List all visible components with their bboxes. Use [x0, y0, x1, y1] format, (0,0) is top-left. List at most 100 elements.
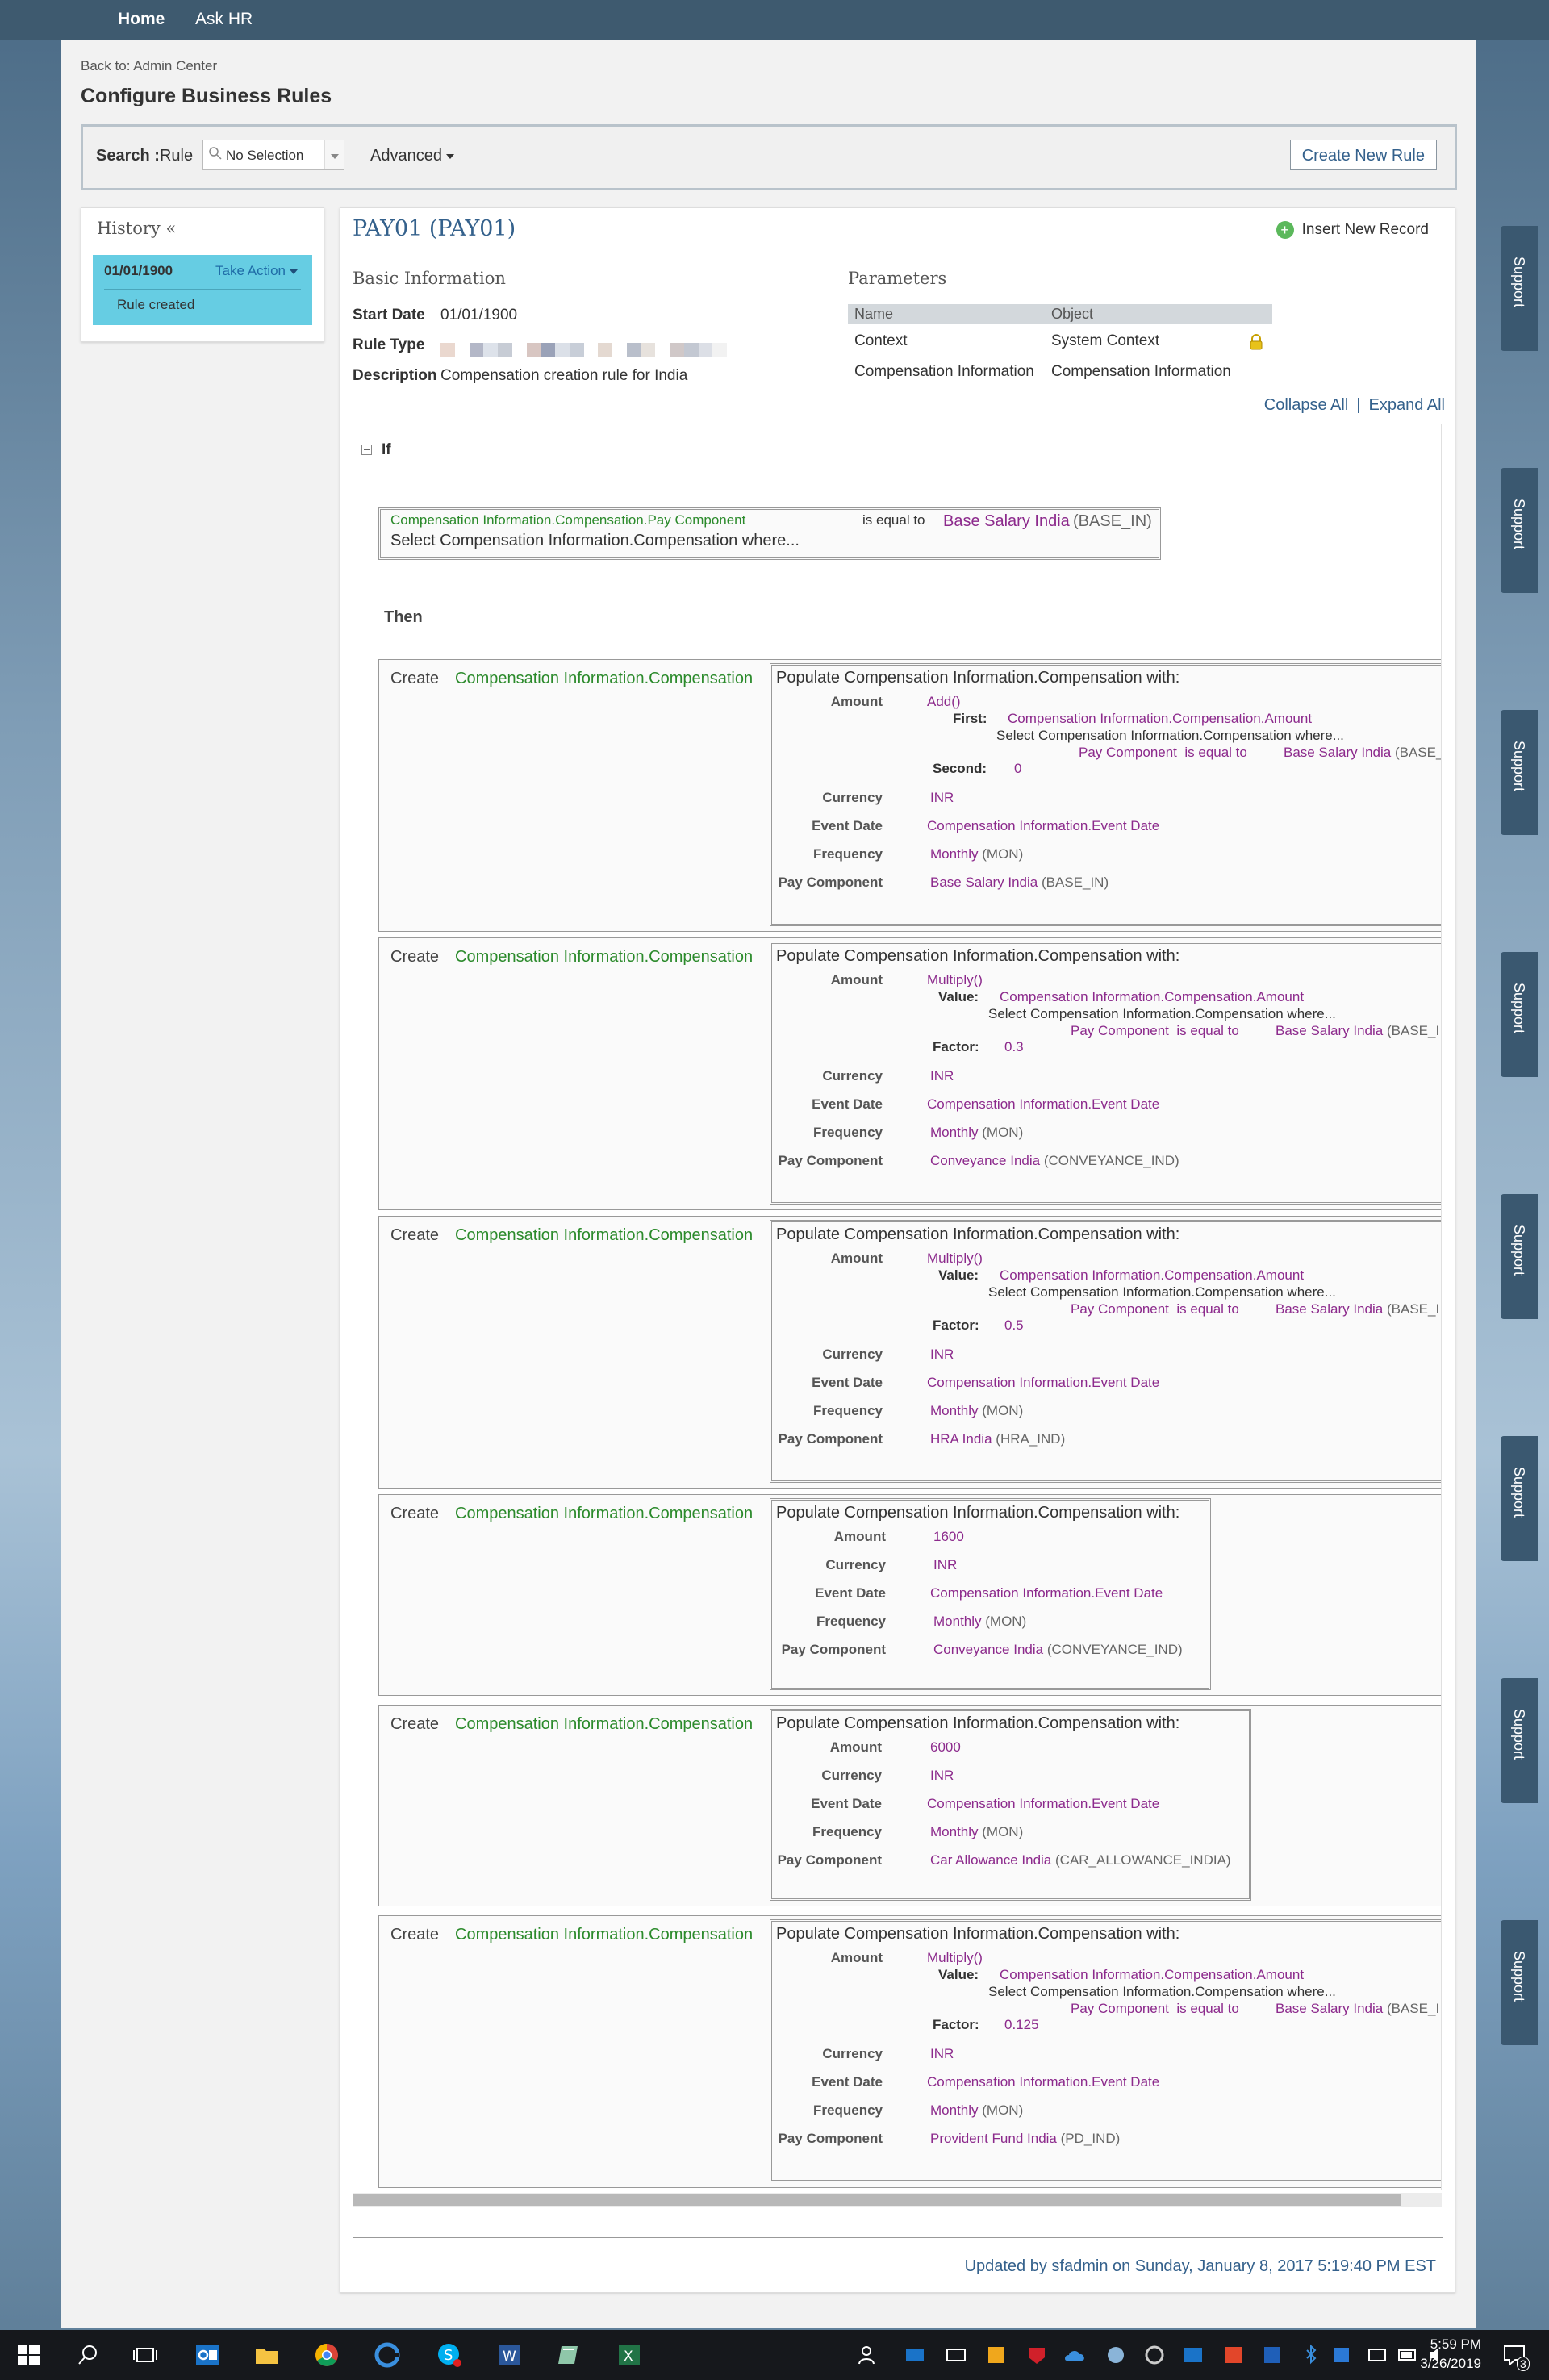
- advanced-search-toggle[interactable]: Advanced: [370, 147, 454, 165]
- tray-app-icon[interactable]: [942, 2341, 970, 2369]
- history-item[interactable]: 01/01/1900 Take Action Rule created: [93, 255, 312, 325]
- tray-app-icon[interactable]: [1141, 2341, 1168, 2369]
- function-name[interactable]: Multiply(): [927, 1251, 983, 1267]
- tray-app-icon[interactable]: [1259, 2341, 1286, 2369]
- collapse-all-link[interactable]: Collapse All: [1264, 396, 1349, 414]
- tray-app-icon[interactable]: [1394, 2341, 1422, 2369]
- create-object[interactable]: Compensation Information.Compensation: [455, 1505, 753, 1522]
- function-name[interactable]: Multiply(): [927, 972, 983, 988]
- condition-box[interactable]: Compensation Information.Compensation.Pa…: [378, 507, 1161, 560]
- task-view-icon[interactable]: [132, 2341, 159, 2369]
- pay-component-value[interactable]: Base Salary India (BASE_IN): [930, 875, 1109, 891]
- outlook-icon[interactable]: [194, 2341, 221, 2369]
- skype-icon[interactable]: S: [436, 2341, 463, 2369]
- support-tab[interactable]: Support: [1501, 1194, 1538, 1319]
- currency-value[interactable]: INR: [933, 1557, 957, 1573]
- create-object[interactable]: Compensation Information.Compensation: [455, 948, 753, 966]
- chevron-down-icon[interactable]: [324, 140, 344, 169]
- if-section-header[interactable]: If: [361, 441, 391, 459]
- currency-value[interactable]: INR: [930, 1768, 954, 1784]
- event-date-value[interactable]: Compensation Information.Event Date: [927, 1796, 1159, 1812]
- create-object[interactable]: Compensation Information.Compensation: [455, 670, 753, 687]
- edge-icon[interactable]: [374, 2341, 401, 2369]
- onedrive-icon[interactable]: [1062, 2341, 1089, 2369]
- take-action-menu[interactable]: Take Action: [215, 263, 298, 279]
- back-link[interactable]: Back to: Admin Center: [81, 58, 217, 74]
- pay-component-value[interactable]: Conveyance India (CONVEYANCE_IND): [930, 1153, 1179, 1169]
- arg2-value[interactable]: 0.3: [1004, 1039, 1024, 1055]
- event-date-value[interactable]: Compensation Information.Event Date: [927, 2074, 1159, 2090]
- function-name[interactable]: Multiply(): [927, 1950, 983, 1966]
- bluetooth-icon[interactable]: [1297, 2341, 1325, 2369]
- chrome-icon[interactable]: [313, 2341, 340, 2369]
- currency-value[interactable]: INR: [930, 2046, 954, 2062]
- condition-field[interactable]: Compensation Information.Compensation.Pa…: [390, 512, 745, 528]
- tray-app-icon[interactable]: [1023, 2341, 1050, 2369]
- create-object[interactable]: Compensation Information.Compensation: [455, 1926, 753, 1944]
- arg1-value[interactable]: Compensation Information.Compensation.Am…: [1008, 711, 1312, 727]
- create-object[interactable]: Compensation Information.Compensation: [455, 1715, 753, 1733]
- frequency-value[interactable]: Monthly (MON): [930, 846, 1023, 862]
- event-date-value[interactable]: Compensation Information.Event Date: [927, 1375, 1159, 1391]
- system-clock[interactable]: 5:59 PM 3/26/2019: [1420, 2335, 1481, 2374]
- excel-icon[interactable]: X: [616, 2341, 643, 2369]
- arg2-value[interactable]: 0.5: [1004, 1317, 1024, 1334]
- pay-component-value[interactable]: HRA India (HRA_IND): [930, 1431, 1065, 1447]
- scrollbar-thumb[interactable]: [353, 2194, 1401, 2206]
- currency-value[interactable]: INR: [930, 790, 954, 806]
- insert-new-record-button[interactable]: + Insert New Record: [1276, 221, 1429, 239]
- amount-value[interactable]: 1600: [933, 1529, 964, 1545]
- arg1-value[interactable]: Compensation Information.Compensation.Am…: [1000, 1967, 1304, 1983]
- support-tab[interactable]: Support: [1501, 1678, 1538, 1803]
- horizontal-scrollbar[interactable]: [353, 2193, 1442, 2207]
- word-icon[interactable]: W: [495, 2341, 523, 2369]
- condition-value[interactable]: Base Salary India: [943, 512, 1070, 531]
- expand-all-link[interactable]: Expand All: [1368, 396, 1445, 414]
- support-tab[interactable]: Support: [1501, 952, 1538, 1077]
- people-icon[interactable]: [855, 2341, 883, 2369]
- arg1-value[interactable]: Compensation Information.Compensation.Am…: [1000, 989, 1304, 1005]
- function-name[interactable]: Add(): [927, 694, 961, 710]
- history-title[interactable]: History «: [97, 219, 176, 238]
- create-object[interactable]: Compensation Information.Compensation: [455, 1226, 753, 1244]
- tray-app-icon[interactable]: [901, 2341, 929, 2369]
- frequency-value[interactable]: Monthly (MON): [933, 1614, 1026, 1630]
- support-tab[interactable]: Support: [1501, 1436, 1538, 1561]
- frequency-value[interactable]: Monthly (MON): [930, 2102, 1023, 2119]
- pay-component-value[interactable]: Conveyance India (CONVEYANCE_IND): [933, 1642, 1183, 1658]
- event-date-value[interactable]: Compensation Information.Event Date: [930, 1585, 1163, 1601]
- tray-app-icon[interactable]: [1363, 2341, 1391, 2369]
- rule-select[interactable]: No Selection: [202, 140, 344, 170]
- arg2-value[interactable]: 0.125: [1004, 2017, 1039, 2033]
- support-tab[interactable]: Support: [1501, 226, 1538, 351]
- collapse-icon[interactable]: [361, 445, 372, 456]
- arg1-value[interactable]: Compensation Information.Compensation.Am…: [1000, 1267, 1304, 1284]
- event-date-value[interactable]: Compensation Information.Event Date: [927, 1096, 1159, 1113]
- support-tab[interactable]: Support: [1501, 710, 1538, 835]
- currency-value[interactable]: INR: [930, 1068, 954, 1084]
- frequency-value[interactable]: Monthly (MON): [930, 1824, 1023, 1840]
- search-icon[interactable]: [74, 2341, 102, 2369]
- frequency-value[interactable]: Monthly (MON): [930, 1403, 1023, 1419]
- pay-component-value[interactable]: Car Allowance India (CAR_ALLOWANCE_INDIA…: [930, 1852, 1231, 1869]
- create-new-rule-button[interactable]: Create New Rule: [1289, 140, 1437, 170]
- support-tab[interactable]: Support: [1501, 1920, 1538, 2045]
- arg2-value[interactable]: 0: [1014, 761, 1021, 777]
- file-explorer-icon[interactable]: [253, 2341, 281, 2369]
- nav-ask-hr[interactable]: Ask HR: [195, 10, 253, 29]
- frequency-value[interactable]: Monthly (MON): [930, 1125, 1023, 1141]
- amount-value[interactable]: 6000: [930, 1739, 961, 1756]
- notes-app-icon[interactable]: [555, 2341, 582, 2369]
- tray-app-icon[interactable]: [1220, 2341, 1247, 2369]
- windows-start-icon[interactable]: [15, 2341, 42, 2369]
- tray-app-icon[interactable]: [983, 2341, 1010, 2369]
- nav-home[interactable]: Home: [118, 10, 165, 29]
- currency-value[interactable]: INR: [930, 1347, 954, 1363]
- support-tab[interactable]: Support: [1501, 468, 1538, 593]
- pay-component-value[interactable]: Provident Fund India (PD_IND): [930, 2131, 1120, 2147]
- condition-operator[interactable]: is equal to: [862, 512, 925, 528]
- event-date-value[interactable]: Compensation Information.Event Date: [927, 818, 1159, 834]
- tray-app-icon[interactable]: [1102, 2341, 1129, 2369]
- tray-app-icon[interactable]: [1179, 2341, 1207, 2369]
- tray-app-icon[interactable]: [1328, 2341, 1355, 2369]
